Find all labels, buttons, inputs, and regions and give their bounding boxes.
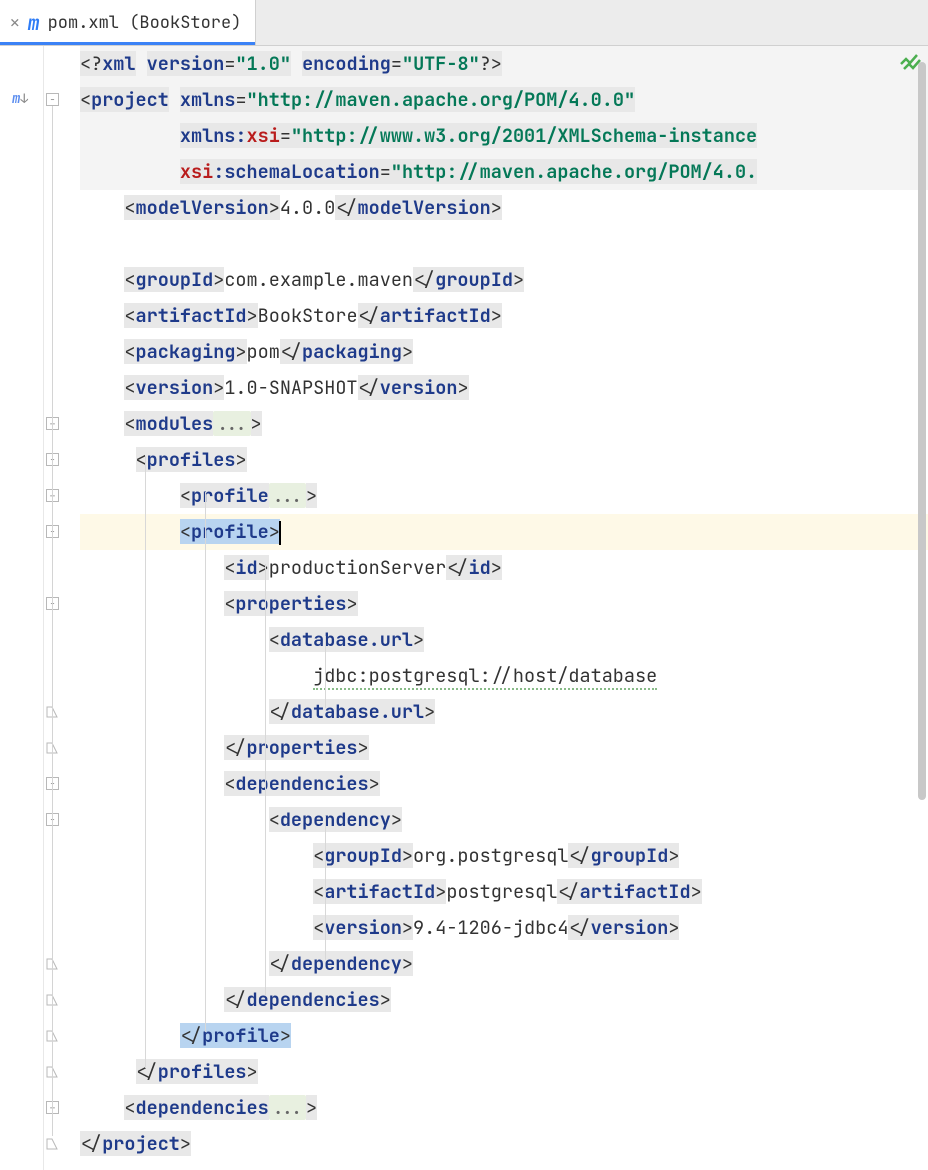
code-line[interactable]: </dependency> [80,946,928,982]
code-line[interactable]: <artifactId>postgresql</artifactId> [80,874,928,910]
code-line[interactable]: <dependency> [80,802,928,838]
editor-tab[interactable]: ✕ m pom.xml (BookStore) [0,0,256,45]
code-line[interactable]: <modelVersion>4.0.0</modelVersion> [80,190,928,226]
code-line[interactable]: </profiles> [80,1054,928,1090]
code-line[interactable]: <groupId>org.postgresql</groupId> [80,838,928,874]
code-line[interactable]: <id>productionServer</id> [80,550,928,586]
code-line[interactable]: jdbc:postgresql://host/database [80,658,928,694]
fold-gutter: − + − + − − − − + [44,46,80,1170]
code-line[interactable]: xsi:schemaLocation="http://maven.apache.… [80,154,928,190]
code-line[interactable]: <version>9.4-1206-jdbc4</version> [80,910,928,946]
code-line[interactable]: </database.url> [80,694,928,730]
text-cursor [279,521,281,545]
code-line[interactable]: <?xml version="1.0" encoding="UTF-8"?> [80,46,928,82]
fold-end-icon[interactable] [45,1137,60,1152]
close-icon[interactable]: ✕ [10,12,20,33]
code-line[interactable]: <artifactId>BookStore</artifactId> [80,298,928,334]
code-line[interactable] [80,226,928,262]
inspection-status-icon[interactable] [900,52,922,76]
code-line[interactable]: <dependencies...> [80,1090,928,1126]
code-line[interactable]: <packaging>pom</packaging> [80,334,928,370]
code-line[interactable]: <modules...> [80,406,928,442]
maven-gutter-icon[interactable]: m↓ [12,90,28,108]
code-line[interactable]: <database.url> [80,622,928,658]
code-line[interactable]: </dependencies> [80,982,928,1018]
code-line[interactable]: </profile> [80,1018,928,1054]
code-line[interactable]: <profile...> [80,478,928,514]
code-line[interactable]: </properties> [80,730,928,766]
fold-toggle-icon[interactable]: − [46,93,59,106]
code-line[interactable]: <profile> [80,514,928,550]
code-line[interactable]: <properties> [80,586,928,622]
code-editor[interactable]: <?xml version="1.0" encoding="UTF-8"?> <… [80,46,928,1170]
code-line[interactable]: <project xmlns="http://maven.apache.org/… [80,82,928,118]
code-line[interactable]: xmlns:xsi="http://www.w3.org/2001/XMLSch… [80,118,928,154]
code-line[interactable]: <dependencies> [80,766,928,802]
code-line[interactable]: <version>1.0-SNAPSHOT</version> [80,370,928,406]
code-line[interactable]: <profiles> [80,442,928,478]
scrollbar-thumb[interactable] [918,62,926,800]
code-line[interactable]: </project> [80,1126,928,1162]
tab-title: pom.xml (BookStore) [48,12,242,34]
gutter: m↓ 💡 [0,46,44,1170]
code-line[interactable]: <groupId>com.example.maven</groupId> [80,262,928,298]
tab-bar: ✕ m pom.xml (BookStore) [0,0,928,46]
maven-file-icon: m [28,10,40,36]
scrollbar[interactable] [918,62,928,802]
